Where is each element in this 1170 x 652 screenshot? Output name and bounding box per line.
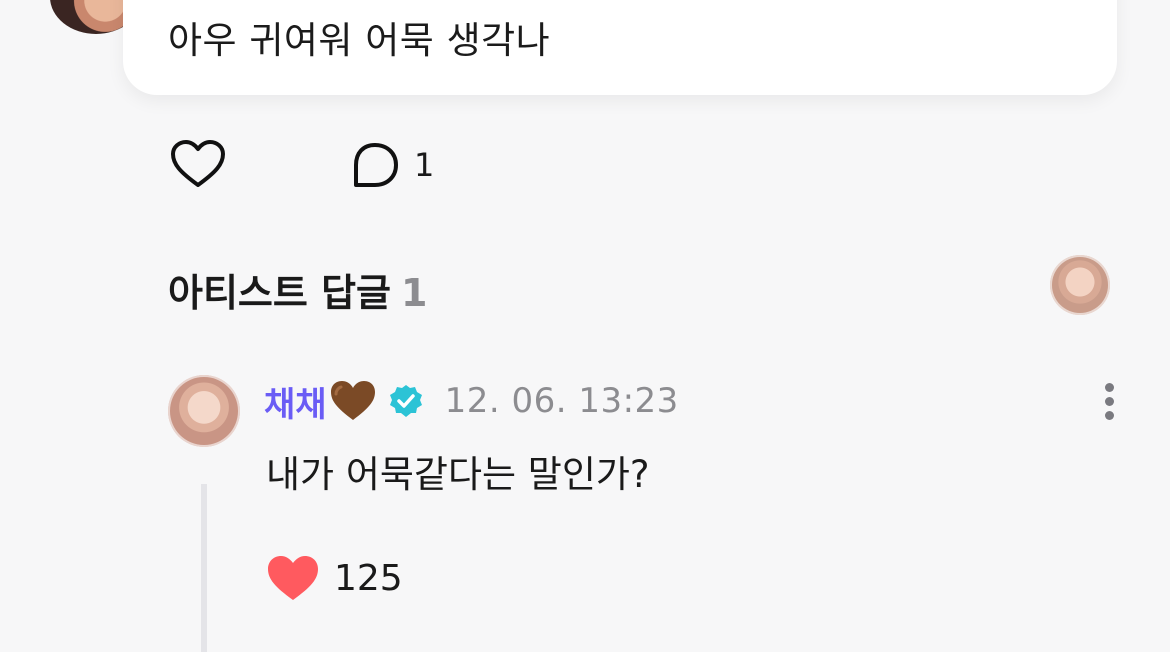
reply-author-name[interactable]: 채채 — [264, 377, 327, 426]
reply-like-button[interactable]: 125 — [266, 552, 403, 604]
reply-like-count: 125 — [334, 557, 403, 599]
artist-replies-header: 아티스트 답글 1 — [168, 262, 427, 317]
comment-card: 아우 귀여워 어묵 생각나 — [123, 0, 1117, 95]
comment-count: 1 — [414, 146, 435, 184]
more-options-button[interactable] — [1096, 380, 1122, 422]
speech-bubble-icon — [354, 143, 398, 187]
brown-heart-icon — [330, 381, 375, 420]
artist-avatar-header[interactable] — [1050, 255, 1110, 315]
comment-text: 아우 귀여워 어묵 생각나 — [168, 19, 551, 62]
reply-author-avatar[interactable] — [168, 375, 240, 447]
like-button[interactable] — [170, 140, 226, 190]
heart-filled-icon — [268, 556, 318, 600]
reply-text: 내가 어묵같다는 말인가? — [266, 453, 650, 496]
heart-outline-icon — [171, 140, 225, 187]
vertical-dot — [1104, 411, 1114, 420]
artist-replies-count: 1 — [401, 271, 428, 315]
vertical-dot — [1104, 397, 1114, 406]
thread-line — [201, 484, 207, 652]
comment-button[interactable]: 1 — [350, 140, 434, 190]
vertical-dots-icon — [1104, 383, 1114, 392]
verified-badge-icon — [389, 385, 422, 417]
reply-header: 채채 12. 06. 13:23 — [264, 376, 679, 426]
comment-thread-screen: 아우 귀여워 어묵 생각나 1 아티스트 답글 1 채채 12. 06. 13:2… — [0, 0, 1170, 652]
artist-replies-title: 아티스트 답글 — [168, 271, 391, 315]
reply-timestamp: 12. 06. 13:23 — [444, 381, 679, 421]
